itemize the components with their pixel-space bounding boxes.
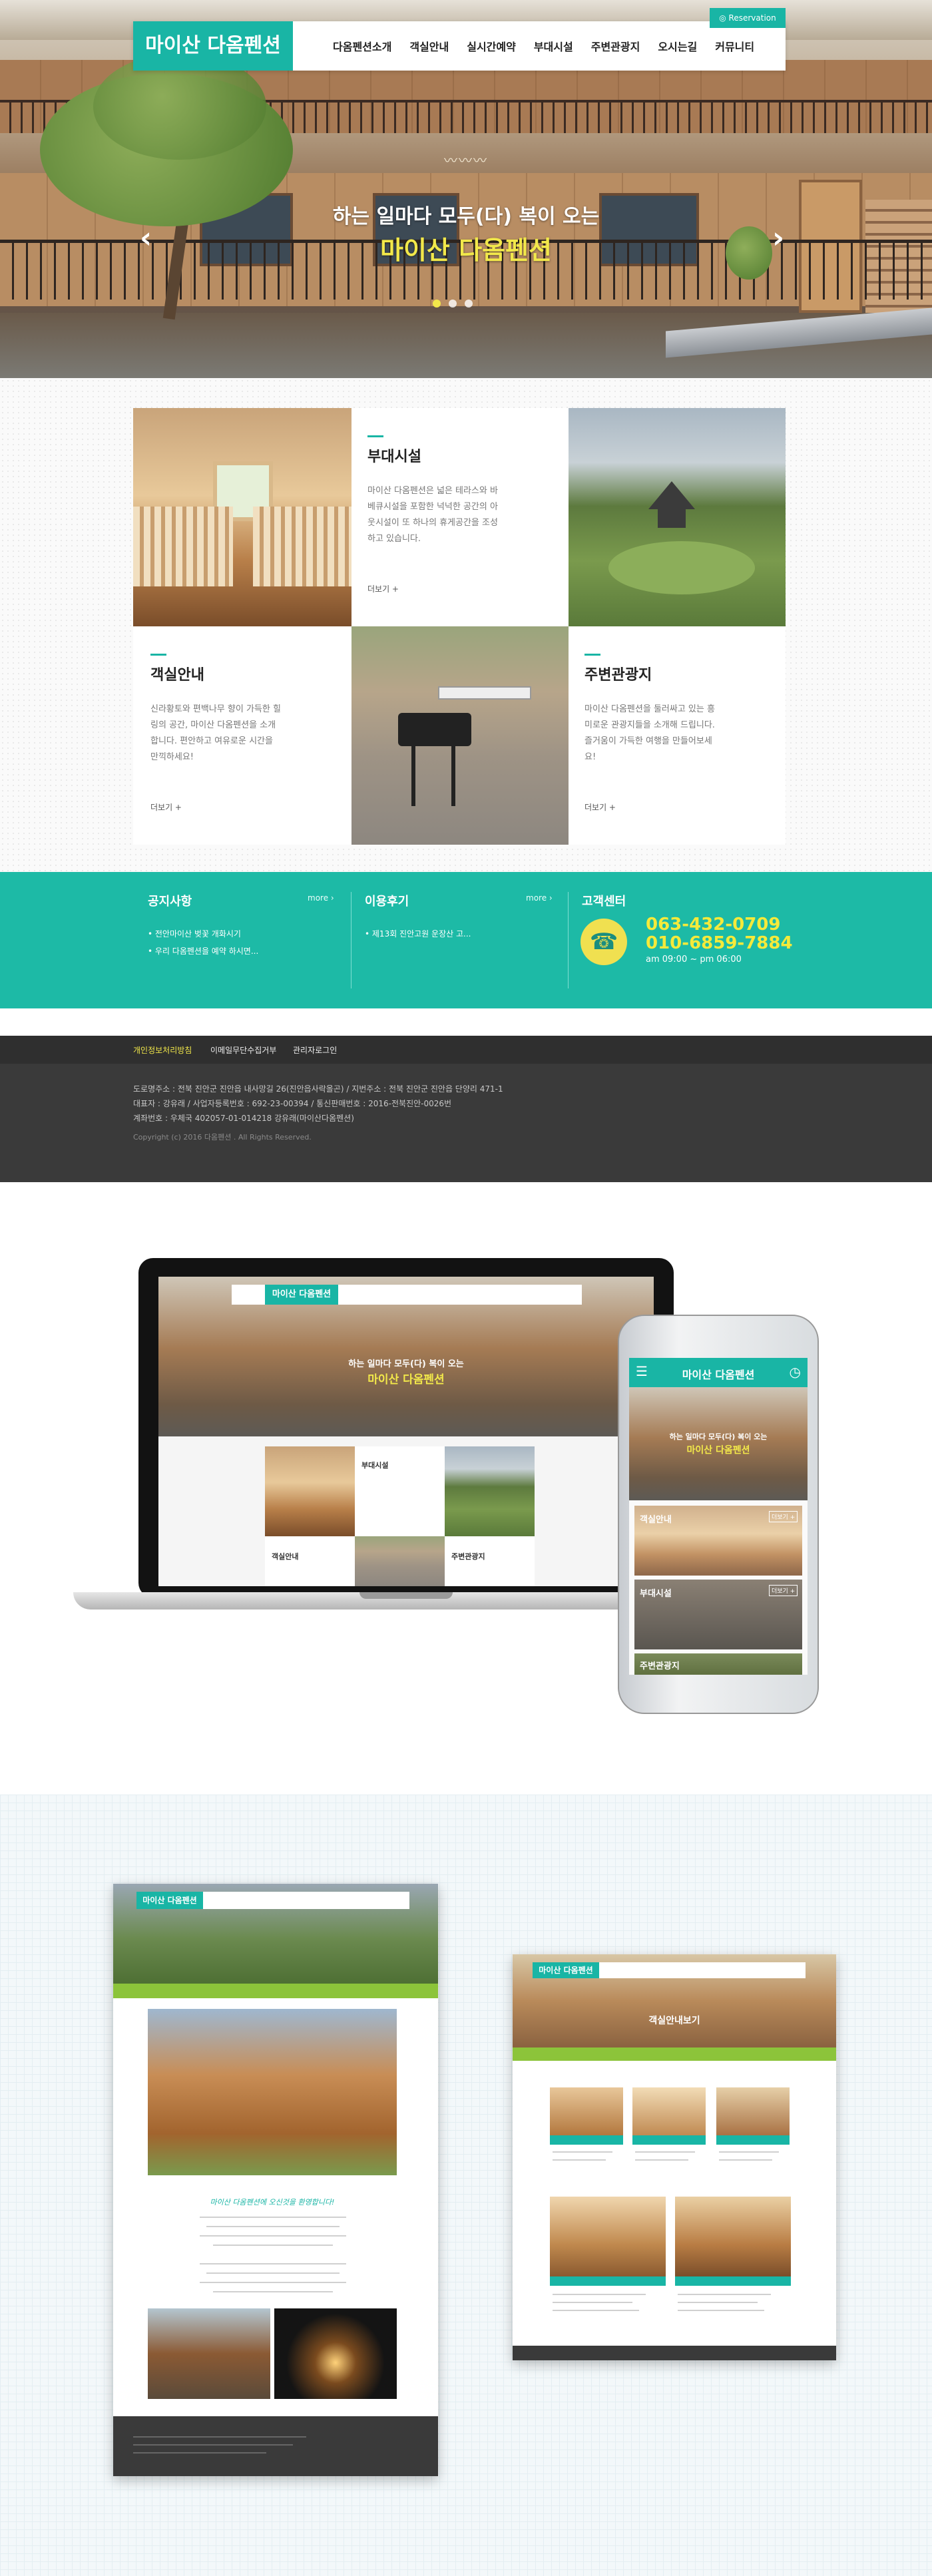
menu-item-attractions[interactable]: 주변관광지 — [591, 38, 640, 54]
phone-number: 063-432-0709 — [646, 915, 781, 935]
phone-more-button[interactable]: 더보기 + — [769, 1585, 798, 1596]
menu-item-community[interactable]: 커뮤니티 — [715, 38, 754, 54]
slider-dot[interactable] — [449, 300, 457, 308]
print-left-script: 마이산 다옴펜션에 오신것을 환영합니다! — [210, 2198, 335, 2207]
menu-item-intro[interactable]: 다옴펜션소개 — [333, 38, 391, 54]
print-left-logo: 마이산 다옴펜션 — [136, 1892, 203, 1909]
footer-address: 도로명주소 : 전북 진안군 진안읍 내사망길 26(진안읍사락올곤) / 지번… — [133, 1084, 503, 1094]
next-arrow-icon[interactable]: › — [772, 221, 784, 255]
footer-account: 계좌번호 : 우체국 402057-01-014218 강유래(마이산다옴펜션) — [133, 1114, 354, 1123]
laptop-card-title: 주변관광지 — [451, 1552, 485, 1561]
main-menu: 다옴펜션소개 객실안내 실시간예약 부대시설 주변관광지 오시는길 커뮤니티 — [333, 21, 772, 71]
notice-more-link[interactable]: more › — [308, 893, 334, 903]
card-title: 주변관광지 — [584, 667, 652, 684]
pension-building-photo — [148, 2009, 397, 2175]
phone-hero-subtitle: 하는 일마다 모두(다) 복이 오는 — [669, 1432, 768, 1441]
menu-item-rooms[interactable]: 객실안내 — [409, 38, 449, 54]
phone-card-title: 객실안내 — [640, 1515, 672, 1525]
laptop-hero-title: 마이산 다옴펜션 — [367, 1373, 445, 1387]
slider-dot[interactable] — [433, 300, 441, 308]
customer-center-title: 고객센터 — [582, 895, 626, 909]
phone-more-button[interactable]: 더보기 + — [769, 1511, 798, 1522]
list-item[interactable]: • 우리 다옴펜션을 예약 하시면... — [148, 943, 341, 960]
clock-icon: ◷ — [789, 1364, 801, 1380]
email-policy-link[interactable]: 이메일무단수집거부 — [210, 1044, 276, 1056]
admin-login-link[interactable]: 관리자로그인 — [293, 1044, 337, 1056]
prev-arrow-icon[interactable]: ‹ — [140, 221, 152, 255]
card-title: 부대시설 — [367, 449, 421, 465]
site-logo[interactable]: 마이산 다옴펜션 — [133, 21, 293, 71]
laptop-hero-subtitle: 하는 일마다 모두(다) 복이 오는 — [348, 1359, 464, 1369]
notice-board: 공지사항 more › • 전안마이산 벚꽃 개화시기 • 우리 다옴펜션을 예… — [148, 892, 341, 960]
business-hours: am 09:00 ~ pm 06:00 — [646, 955, 742, 965]
check-icon: ◎ — [719, 13, 729, 23]
list-item[interactable]: • 제13회 진안고원 운장산 고... — [365, 925, 558, 943]
card-desc: 마이산 다옴펜션을 둘러싸고 있는 흥미로운 관광지들을 소개해 드립니다. 즐… — [584, 704, 715, 762]
laptop-logo: 마이산 다옴펜션 — [265, 1285, 338, 1305]
more-link[interactable]: 더보기 + — [367, 583, 399, 594]
card-title: 객실안내 — [150, 667, 204, 684]
garden-photo — [569, 408, 786, 626]
slider-dots — [433, 300, 473, 308]
menu-item-facilities[interactable]: 부대시설 — [534, 38, 573, 54]
privacy-link[interactable]: 개인정보처리방침 — [133, 1044, 192, 1056]
footer-business: 대표자 : 강유래 / 사업자등록번호 : 692-23-00394 / 통신판… — [133, 1099, 452, 1108]
phone-logo: 마이산 다옴펜션 — [682, 1369, 755, 1381]
wave-ornament: 〰〰〰 — [444, 152, 488, 168]
phone-hero-title: 마이산 다옴펜션 — [686, 1445, 750, 1456]
menu-item-booking[interactable]: 실시간예약 — [467, 38, 516, 54]
page: 마이산 다옴펜션 다옴펜션소개 객실안내 실시간예약 부대시설 주변관광지 오시… — [0, 0, 932, 2576]
customer-center: 고객센터 — [582, 892, 626, 909]
phone-card-title: 부대시설 — [640, 1589, 672, 1599]
hallway-photo — [133, 408, 351, 626]
copyright: Copyright (c) 2016 다옴펜션 . All Rights Res… — [133, 1133, 312, 1142]
laptop-screen: 마이산 다옴펜션 하는 일마다 모두(다) 복이 오는 마이산 다옴펜션 부대시… — [158, 1277, 654, 1586]
more-link[interactable]: 더보기 + — [584, 801, 616, 813]
terrace-photo — [351, 626, 569, 845]
menu-item-directions[interactable]: 오시는길 — [658, 38, 697, 54]
print-right-logo: 마이산 다옴펜션 — [533, 1962, 599, 1978]
mobile-number: 010-6859-7884 — [646, 933, 793, 953]
more-link[interactable]: 더보기 + — [150, 801, 182, 813]
card-desc: 신라황토와 편백나무 향이 가득한 힐링의 공간, 마이산 다옴펜션을 소개합니… — [150, 704, 281, 762]
card-desc: 마이산 다옴펜션은 넓은 테라스와 바베큐시설을 포함한 넉넉한 공간의 아웃시… — [367, 486, 498, 544]
slider-dot[interactable] — [465, 300, 473, 308]
phone-screen: ☰ 마이산 다옴펜션 ◷ 하는 일마다 모두(다) 복이 오는 마이산 다옴펜션… — [629, 1358, 808, 1675]
phone-card-title: 주변관광지 — [640, 1661, 680, 1671]
review-more-link[interactable]: more › — [526, 893, 553, 903]
review-board: 이용후기 more › • 제13회 진안고원 운장산 고... — [365, 892, 558, 943]
laptop-card-title: 부대시설 — [361, 1461, 389, 1470]
laptop-card-title: 객실안내 — [272, 1552, 299, 1561]
reservation-button[interactable]: ◎ Reservation — [710, 8, 786, 28]
print-right-hero: 객실안내보기 — [648, 2016, 700, 2026]
phone-icon: ☎ — [581, 919, 627, 965]
list-item[interactable]: • 전안마이산 벚꽃 개화시기 — [148, 925, 341, 943]
